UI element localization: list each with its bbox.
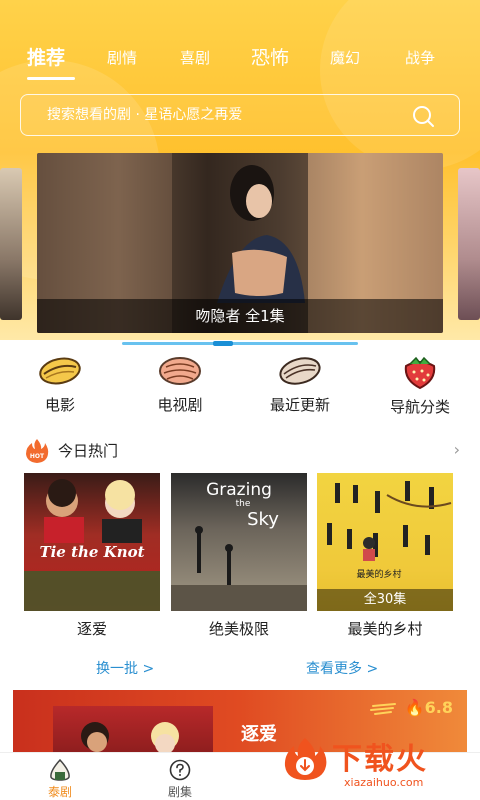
fire-icon: 🔥 (404, 698, 425, 717)
search-bar[interactable]: 搜索想看的剧 · 星语心愿之再爱 (20, 94, 460, 136)
category-movie[interactable]: 电影 (10, 354, 110, 415)
poster-image: 最美的乡村 全30集 (317, 473, 453, 611)
banner-pager-indicator (213, 341, 233, 346)
category-latest-label: 最近更新 (269, 396, 330, 414)
category-tabs: 推荐 剧情 喜剧 恐怖 魔幻 战争 (0, 40, 480, 80)
search-placeholder[interactable]: 搜索想看的剧 · 星语心愿之再爱 (47, 95, 242, 135)
nav-episodes[interactable]: 剧集 (140, 753, 220, 800)
refresh-button[interactable]: 换一批 > (96, 658, 154, 678)
watermark-text: 下载火 (332, 742, 428, 777)
banner-caption: 吻隐者 全1集 (37, 299, 443, 333)
card-title: 逐爱 (76, 620, 107, 638)
category-navigation[interactable]: 导航分类 (370, 354, 470, 417)
question-circle-icon (169, 759, 191, 781)
nav-episodes-label: 剧集 (167, 785, 192, 799)
nav-thai-drama-label: 泰剧 (47, 785, 72, 799)
poster-image: Tie the Knot (24, 473, 160, 611)
category-latest[interactable]: 最近更新 (250, 354, 350, 415)
poster-image: Grazing the Sky (171, 473, 307, 611)
hot-section-header[interactable]: HOT 今日热门 › (24, 438, 460, 464)
poster-title-line-1: Grazing (206, 480, 272, 500)
tab-horror[interactable]: 恐怖 (251, 40, 289, 76)
active-tab-indicator (27, 77, 75, 80)
card-title: 绝美极限 (208, 620, 269, 638)
hot-badge-text: HOT (30, 453, 45, 460)
almond-icon (159, 357, 201, 385)
tab-recommend[interactable]: 推荐 (27, 40, 65, 76)
nav-thai-drama[interactable]: 泰剧 (20, 753, 100, 800)
category-tv[interactable]: 电视剧 (130, 354, 230, 415)
hot-card[interactable]: Grazing the Sky 绝美极限 (171, 473, 307, 639)
tab-drama[interactable]: 剧情 (107, 40, 137, 76)
view-more-button[interactable]: 查看更多 > (306, 658, 378, 678)
category-movie-label: 电影 (44, 396, 75, 414)
banner-pager-track (122, 342, 358, 345)
next-banner-peek[interactable] (458, 168, 480, 320)
speed-lines-icon (370, 703, 396, 715)
watermark-url: xiazaihuo.com (344, 776, 424, 789)
card-title: 最美的乡村 (347, 620, 423, 638)
tab-comedy[interactable]: 喜剧 (180, 40, 210, 76)
poster-title-text: 最美的乡村 (356, 568, 401, 580)
rating-badge: 🔥6.8 (405, 698, 453, 717)
sunflower-seed-icon (39, 357, 81, 385)
strawberry-icon (404, 356, 436, 390)
category-shortcuts: 电影 电视剧 最近更新 导航分类 (0, 354, 480, 418)
featured-banner[interactable]: 吻隐者 全1集 (37, 153, 443, 333)
episode-badge: 全30集 (317, 589, 453, 611)
hot-title: 今日热门 (58, 442, 119, 460)
seed-icon (279, 357, 321, 385)
rating-value: 6.8 (424, 698, 453, 717)
hot-card[interactable]: Tie the Knot 逐爱 (24, 473, 160, 639)
poster-title-text: Tie the Knot (39, 543, 144, 561)
category-navigation-label: 导航分类 (389, 398, 450, 416)
hot-card[interactable]: 最美的乡村 全30集 最美的乡村 (317, 473, 453, 639)
poster-title-line-3: Sky (247, 509, 279, 530)
prev-banner-peek[interactable] (0, 168, 22, 320)
search-icon[interactable] (411, 104, 435, 128)
download-flame-icon (284, 738, 327, 780)
category-tv-label: 电视剧 (157, 396, 203, 414)
watermark: 下载火 xiazaihuo.com (282, 732, 480, 800)
poster-title-line-2: the (236, 499, 251, 509)
hot-flame-icon: HOT (26, 439, 49, 463)
tab-fantasy[interactable]: 魔幻 (330, 40, 360, 76)
featured-card-title: 逐爱 (241, 724, 277, 745)
chevron-right-icon[interactable]: › (454, 438, 460, 462)
onigiri-icon (50, 759, 70, 781)
tab-war[interactable]: 战争 (405, 40, 435, 76)
